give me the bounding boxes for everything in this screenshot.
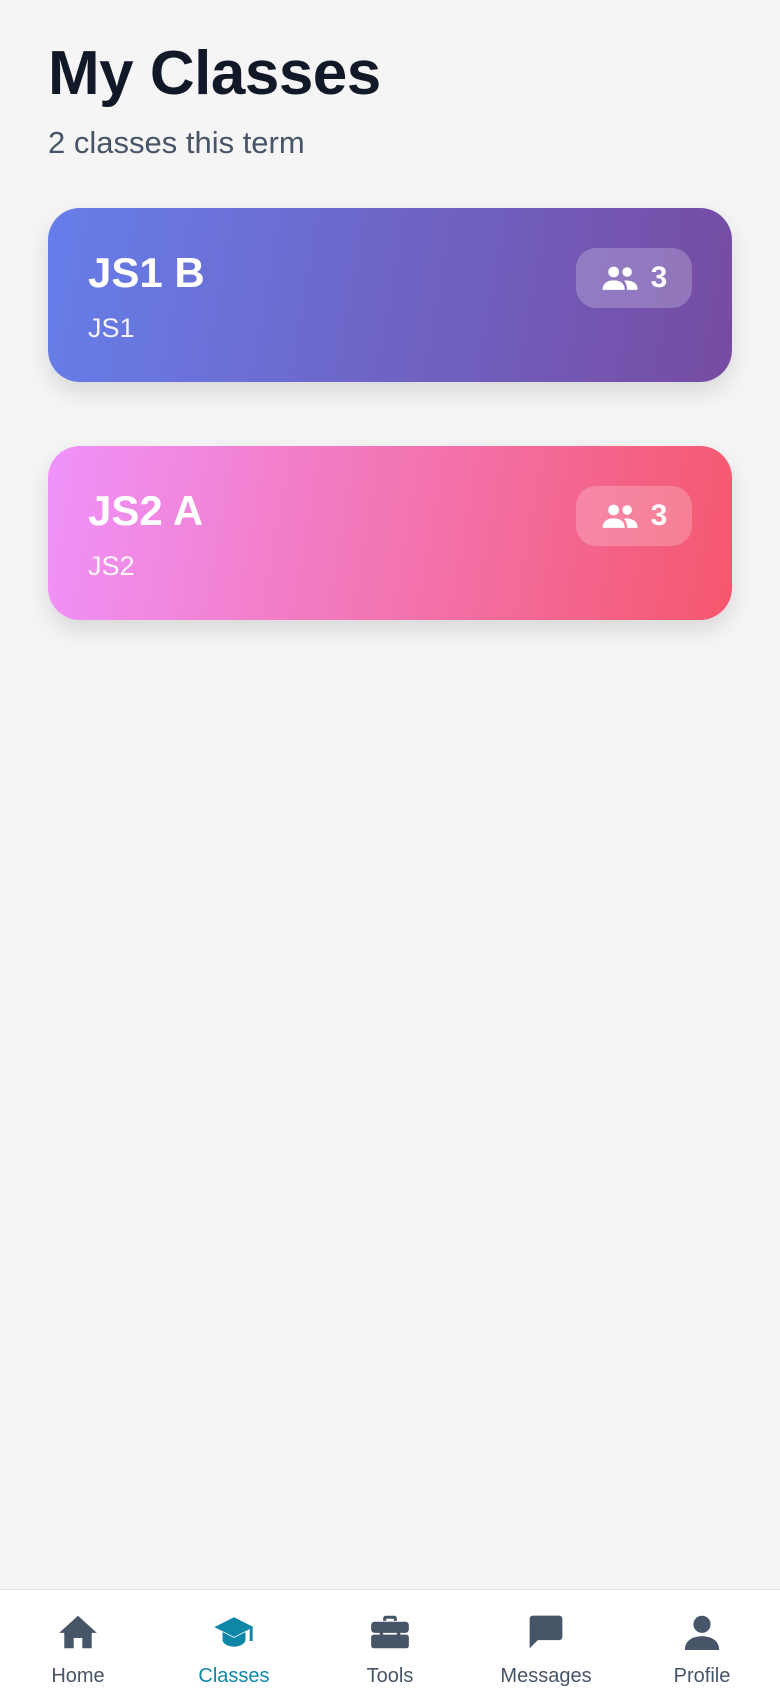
nav-item-classes[interactable]: Classes: [156, 1614, 312, 1688]
nav-label: Profile: [673, 1665, 731, 1687]
class-list: JS1 B JS1 3 JS2 A JS2 3: [48, 208, 732, 684]
user-icon: [684, 1615, 720, 1650]
chat-icon: [529, 1615, 563, 1649]
people-icon: [602, 504, 638, 528]
page-subtitle: 2 classes this term: [48, 125, 305, 160]
graduation-cap-icon: [214, 1617, 254, 1647]
class-card-js1-b[interactable]: JS1 B JS1 3: [48, 208, 732, 382]
student-count-badge: 3: [576, 248, 692, 308]
student-count: 3: [650, 261, 668, 294]
nav-label: Tools: [366, 1665, 414, 1687]
class-level: JS1: [88, 313, 135, 343]
nav-label: Home: [51, 1665, 105, 1687]
nav-label: Classes: [198, 1665, 270, 1687]
people-icon: [602, 266, 638, 290]
class-name: JS1 B: [88, 249, 205, 296]
nav-label: Messages: [500, 1665, 592, 1687]
class-name: JS2 A: [88, 487, 204, 534]
bottom-navigation: Home Classes Tools Messages Profile: [0, 1589, 780, 1688]
nav-item-home[interactable]: Home: [0, 1614, 156, 1688]
nav-item-tools[interactable]: Tools: [312, 1614, 468, 1688]
nav-item-profile[interactable]: Profile: [624, 1614, 780, 1688]
student-count: 3: [650, 499, 668, 532]
nav-item-messages[interactable]: Messages: [468, 1614, 624, 1688]
home-icon: [59, 1615, 97, 1649]
student-count-badge: 3: [576, 486, 692, 546]
briefcase-icon: [371, 1615, 409, 1649]
class-level: JS2: [88, 551, 135, 581]
page-title: My Classes: [48, 39, 381, 108]
class-card-js2-a[interactable]: JS2 A JS2 3: [48, 446, 732, 620]
page-header: My Classes 2 classes this term: [48, 36, 732, 162]
